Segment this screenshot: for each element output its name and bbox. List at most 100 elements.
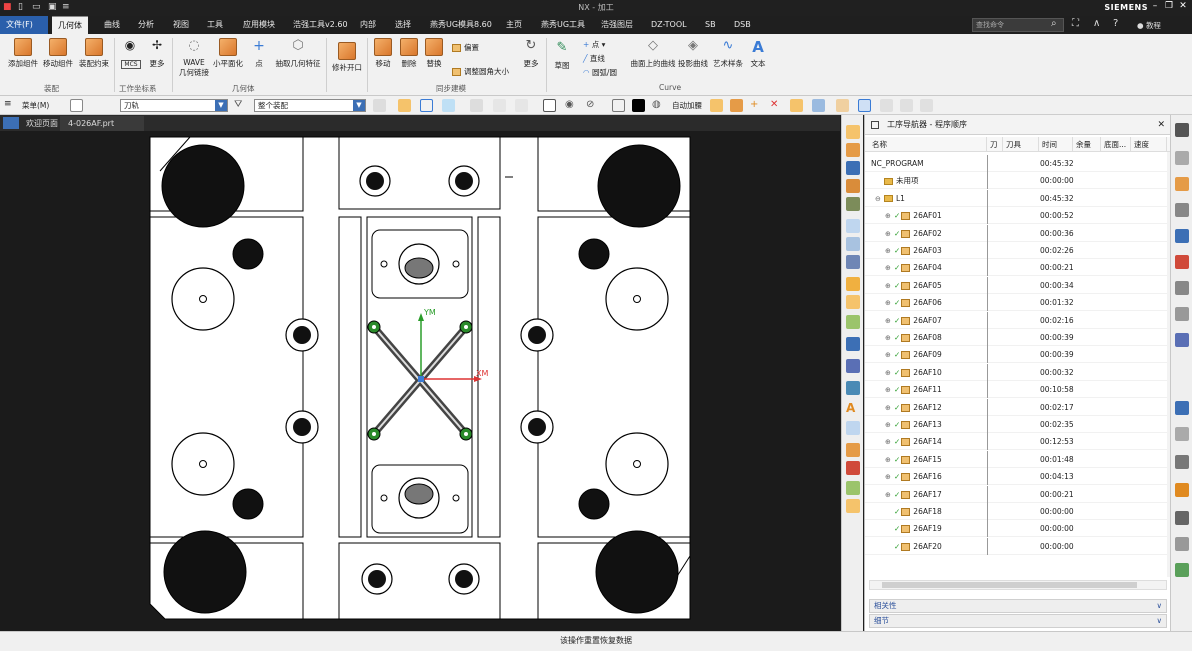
delete-x-icon[interactable]: ✕ — [770, 99, 783, 112]
col-time[interactable]: 时间 — [1039, 137, 1073, 152]
navigator-row[interactable]: 未用项 00:00:00 — [865, 172, 1167, 190]
tool-icon-1[interactable] — [710, 99, 723, 112]
add-component-button[interactable]: 添加组件 — [6, 38, 40, 69]
fullscreen-icon[interactable]: ⛶ — [1072, 18, 1079, 29]
navigator-row[interactable]: ⊕ ✓ 26AF04 00:00:21 — [865, 259, 1167, 277]
tab-view[interactable]: 视图 — [167, 16, 195, 34]
tool-icon-4[interactable] — [812, 99, 825, 112]
geometry-view-icon[interactable] — [900, 99, 913, 112]
move-down-icon[interactable] — [846, 461, 860, 475]
roles-icon[interactable] — [1175, 483, 1189, 497]
navigator-row[interactable]: ⊕ ✓ 26AF01 00:00:52 — [865, 207, 1167, 225]
expand-icon[interactable]: ⊕ — [885, 295, 894, 312]
expand-icon[interactable]: ⊕ — [885, 365, 894, 382]
navigator-row[interactable]: ⊖ L1 00:45:32 — [865, 189, 1167, 208]
wave-geometry-link-button[interactable]: ◌ WAVE 几何链接 — [178, 38, 210, 78]
navigator-row[interactable]: ⊕ ✓ 26AF15 00:01:48 — [865, 450, 1167, 469]
process-studio-icon[interactable] — [1175, 455, 1189, 469]
move-up-icon[interactable] — [846, 443, 860, 457]
restore-icon[interactable]: ❐ — [1162, 1, 1176, 14]
point-snap-icon[interactable] — [470, 99, 483, 112]
menu-button[interactable]: 菜单(M) — [22, 100, 49, 111]
hide-eye-icon[interactable]: ⊘ — [586, 99, 599, 112]
col-speed[interactable]: 速度 — [1131, 137, 1167, 152]
resource-tab-icon[interactable] — [1175, 123, 1189, 137]
navigator-row[interactable]: ✓ 26AF20 00:00:00 — [865, 537, 1167, 555]
filter-funnel-icon[interactable]: ⛛ — [234, 99, 247, 112]
collapse-icon[interactable]: ⊖ — [875, 191, 884, 208]
navigator-row[interactable]: ⊕ ✓ 26AF08 00:00:39 — [865, 329, 1167, 346]
expand-icon[interactable]: ⊕ — [885, 452, 894, 469]
collapse-ribbon-icon[interactable]: ∧ — [1093, 18, 1100, 29]
verify-toolpath-icon[interactable] — [846, 277, 860, 291]
navigator-row[interactable]: ⊕ ✓ 26AF06 00:01:32 — [865, 294, 1167, 312]
text-tool-icon[interactable]: A — [846, 401, 860, 415]
expand-icon[interactable]: ⊕ — [885, 382, 894, 399]
col-tool-change[interactable]: 刀 — [987, 137, 1003, 152]
close-icon[interactable]: ✕ — [1176, 1, 1190, 14]
black-background-icon[interactable] — [632, 99, 645, 112]
snap-icon[interactable] — [373, 99, 386, 112]
minimize-icon[interactable]: – — [1148, 1, 1162, 14]
expand-icon[interactable]: ⊕ — [885, 487, 894, 504]
col-tool[interactable]: 刀具 — [1003, 137, 1039, 152]
assembly-constraints-button[interactable]: 装配约束 — [77, 38, 111, 69]
tab-dsb[interactable]: DSB — [728, 16, 757, 34]
scope-select[interactable]: 整个装配 ▼ — [254, 99, 366, 112]
point-button[interactable]: + 点 — [249, 38, 269, 69]
horizontal-scrollbar[interactable] — [869, 580, 1167, 590]
output-cls-icon[interactable] — [846, 337, 860, 351]
create-program-icon[interactable] — [846, 125, 860, 139]
expand-icon[interactable]: ⊕ — [885, 260, 894, 277]
expand-icon[interactable]: ⊕ — [885, 226, 894, 243]
navigator-row[interactable]: ⊕ ✓ 26AF12 00:02:17 — [865, 398, 1167, 417]
mcs-button[interactable]: MCS — [121, 60, 141, 69]
tab-tools[interactable]: 工具 — [201, 16, 229, 34]
expand-icon[interactable]: ⊕ — [885, 434, 894, 451]
layout-grid-icon[interactable] — [612, 99, 625, 112]
constraint-navigator-icon[interactable] — [1175, 177, 1189, 191]
more-wcs-button[interactable]: ✢ 更多 — [146, 38, 168, 69]
method-view-icon[interactable] — [920, 99, 933, 112]
expand-icon[interactable]: ⊕ — [885, 243, 894, 260]
help-icon[interactable]: ? — [1113, 18, 1118, 29]
navigator-row[interactable]: ⊕ ✓ 26AF05 00:00:34 — [865, 276, 1167, 295]
navigator-row[interactable]: ⊕ ✓ 26AF13 00:02:35 — [865, 416, 1167, 433]
expand-icon[interactable]: ⊕ — [885, 400, 894, 417]
tab-yanxiu-mold[interactable]: 燕秀UG模具8.60 — [424, 16, 498, 34]
move-component-button[interactable]: 移动组件 — [41, 38, 75, 69]
web-browser-icon[interactable] — [1175, 401, 1189, 415]
tab-welcome-page[interactable]: 欢迎页面 — [18, 116, 66, 131]
expand-icon[interactable]: ⊕ — [885, 278, 894, 295]
user-menu[interactable]: ● 教程 — [1137, 20, 1161, 31]
transform-icon[interactable] — [846, 359, 860, 373]
reuse-library-icon[interactable] — [1175, 307, 1189, 321]
measure-icon[interactable] — [846, 421, 860, 435]
list-icon[interactable] — [846, 481, 860, 495]
system-materials-icon[interactable] — [1175, 511, 1189, 525]
select-body-icon[interactable] — [442, 99, 455, 112]
extract-geometry-button[interactable]: ⬡ 抽取几何特征 — [274, 38, 322, 69]
navigator-row[interactable]: ⊕ ✓ 26AF17 00:00:21 — [865, 485, 1167, 504]
sort-icon[interactable] — [846, 499, 860, 513]
navigator-row[interactable]: NC_PROGRAM 00:45:32 — [865, 155, 1167, 172]
tab-curve[interactable]: 曲线 — [98, 16, 126, 34]
studio-spline-button[interactable]: ∿ 艺术样条 — [711, 38, 745, 69]
create-operation-icon[interactable] — [846, 197, 860, 211]
graphics-viewport[interactable]: YM XM — [0, 131, 840, 631]
line-button[interactable]: ╱ 直线 — [583, 53, 605, 64]
tab-home[interactable]: 主页 — [500, 16, 528, 34]
details-panel[interactable]: 细节 ∨ — [869, 614, 1167, 628]
expand-icon[interactable]: ⊕ — [885, 330, 894, 347]
col-floor[interactable]: 底面... — [1101, 137, 1131, 152]
navigator-row[interactable]: ⊕ ✓ 26AF07 00:02:16 — [865, 311, 1167, 330]
simulate-icon[interactable] — [846, 381, 860, 395]
tab-haoqiang-layers[interactable]: 浩强图层 — [595, 16, 639, 34]
history-icon[interactable] — [1175, 229, 1189, 243]
text-button[interactable]: A 文本 — [747, 38, 769, 69]
toolpath-filter-icon[interactable] — [70, 99, 83, 112]
tab-analysis[interactable]: 分析 — [132, 16, 160, 34]
sketch-button[interactable]: ✎ 草图 — [551, 40, 573, 71]
expand-icon[interactable]: ⊕ — [885, 313, 894, 330]
navigator-row[interactable]: ✓ 26AF19 00:00:00 — [865, 520, 1167, 538]
